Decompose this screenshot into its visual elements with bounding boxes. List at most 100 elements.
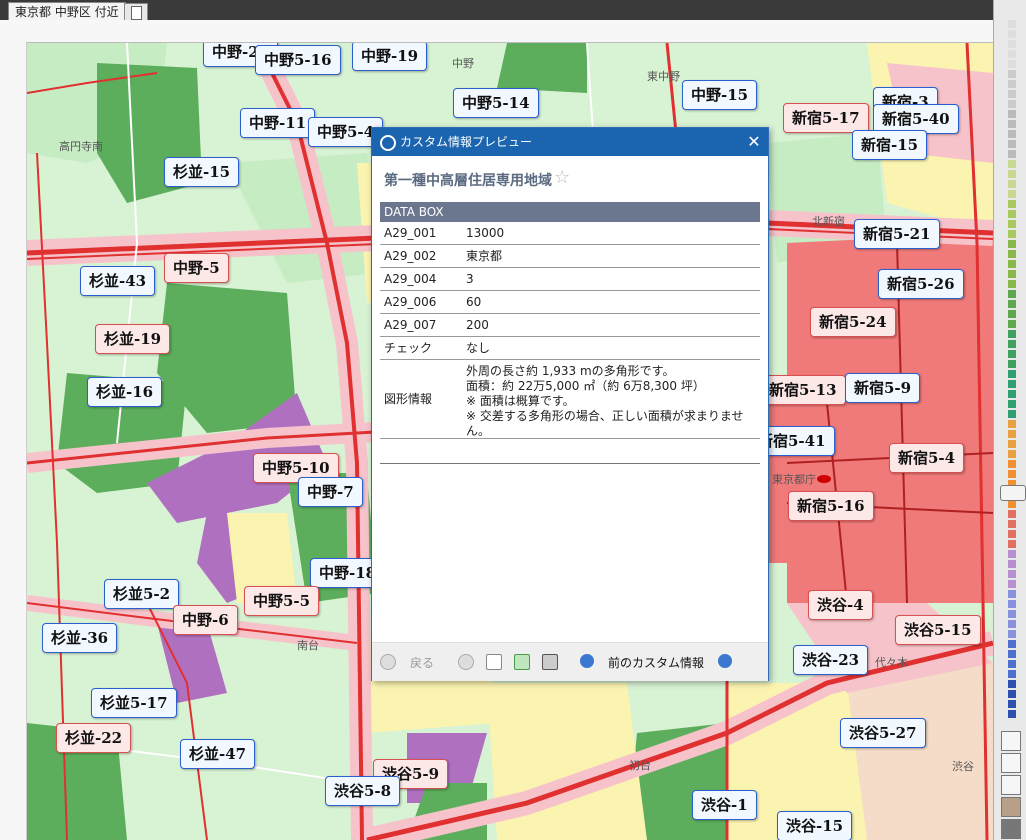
grid-5-button[interactable] [1001,819,1021,839]
scale-cell [1008,130,1016,138]
scale-cell [1008,340,1016,348]
scale-cell [1008,40,1016,48]
back-button[interactable]: 戻る [410,654,434,671]
data-key: A29_001 [384,226,437,240]
scale-cell [1008,650,1016,658]
dialog-toolbar: 戻る 前のカスタム情報 [372,642,768,681]
scale-cell [1008,180,1016,188]
map-label[interactable]: 渋谷-15 [777,811,853,840]
back-icon[interactable] [380,654,396,670]
map-label[interactable]: 杉並-19 [95,324,171,354]
scale-cell [1008,630,1016,638]
scale-cell [1008,80,1016,88]
scale-cell [1008,570,1016,578]
prev-custom-button[interactable]: 前のカスタム情報 [608,654,704,671]
grid-4-button[interactable] [1001,797,1021,817]
place-name: 初台 [629,759,651,772]
map-label[interactable]: 中野-15 [682,80,758,110]
map-label[interactable]: 新宿5-16 [788,491,874,521]
map-label[interactable]: 渋谷-4 [808,590,873,620]
shape-info-line: ※ 交差する多角形の場合、正しい面積が求まりませ [466,409,744,423]
map-label[interactable]: 杉並5-17 [91,688,177,718]
scale-cell [1008,140,1016,148]
map-label[interactable]: 杉並-22 [56,723,132,753]
map-label[interactable]: 新宿5-26 [878,269,964,299]
zoom-scale-strip [1008,20,1016,718]
data-value: なし [466,341,491,355]
map-label[interactable]: 中野-11 [240,108,316,138]
scale-cell [1008,680,1016,688]
scale-cell [1008,420,1016,428]
close-icon[interactable]: ✕ [746,134,762,150]
scale-cell [1008,250,1016,258]
data-value: 200 [466,318,489,332]
forward-icon[interactable] [458,654,474,670]
scale-cell [1008,280,1016,288]
scale-cell [1008,500,1016,508]
map-tab[interactable]: 東京都 中野区 付近 [8,2,126,21]
scale-cell [1008,560,1016,568]
map-label[interactable]: 中野5-16 [255,45,341,75]
map-label[interactable]: 新宿5-17 [783,103,869,133]
map-label[interactable]: 渋谷5-15 [895,615,981,645]
map-label[interactable]: 中野-6 [173,605,238,635]
map-label[interactable]: 渋谷-1 [692,790,757,820]
zoom-slider-handle[interactable] [1000,485,1026,501]
grid-2-button[interactable] [1001,753,1021,773]
map-label[interactable]: 渋谷-23 [793,645,869,675]
dialog-titlebar[interactable]: カスタム情報プレビュー ✕ [372,128,768,156]
scale-cell [1008,210,1016,218]
map-label[interactable]: 新宿5-24 [810,307,896,337]
scale-cell [1008,450,1016,458]
place-name: 中野 [452,57,474,70]
scale-cell [1008,160,1016,168]
map-label[interactable]: 杉並-15 [164,157,240,187]
scale-cell [1008,320,1016,328]
grid-3-button[interactable] [1001,775,1021,795]
scale-cell [1008,640,1016,648]
data-value: 東京都 [466,249,503,263]
ruler-horizontal [0,20,993,43]
delete-icon[interactable] [486,654,502,670]
map-label[interactable]: 新宿5-4 [889,443,965,473]
map-label[interactable]: 渋谷5-8 [325,776,401,806]
scale-cell [1008,330,1016,338]
place-name: 北新宿 [812,215,845,228]
scale-cell [1008,710,1016,718]
map-label[interactable]: 中野-5 [164,253,229,283]
map-label[interactable]: 杉並-43 [80,266,156,296]
map-label[interactable]: 新宿5-21 [854,219,940,249]
star-icon[interactable]: ☆ [554,167,570,188]
place-name: 東中野 [647,70,680,83]
scale-cell [1008,150,1016,158]
scale-cell [1008,580,1016,588]
data-row: A29_007 200 [380,314,760,337]
map-label[interactable]: 新宿5-13 [760,375,846,405]
ruler-vertical [0,42,27,840]
scale-cell [1008,350,1016,358]
shape-info-line: ん。 [466,424,491,438]
map-label[interactable]: 杉並5-2 [104,579,180,609]
print-icon[interactable] [542,654,558,670]
scale-cell [1008,600,1016,608]
map-label[interactable]: 杉並-36 [42,623,118,653]
scale-cell [1008,260,1016,268]
map-label[interactable]: 中野-7 [298,477,363,507]
scale-cell [1008,510,1016,518]
prev-custom-icon[interactable] [580,654,594,668]
grid-1-button[interactable] [1001,731,1021,751]
map-label[interactable]: 中野5-5 [244,586,320,616]
next-custom-icon[interactable] [718,654,732,668]
tab-bar: 東京都 中野区 付近 [0,0,993,22]
data-key: A29_002 [384,249,437,263]
map-label[interactable]: 中野5-14 [453,88,539,118]
map-label[interactable]: 新宿-15 [852,130,928,160]
map-label[interactable]: 杉並-16 [87,377,163,407]
map-label[interactable]: 新宿5-9 [845,373,921,403]
map-label[interactable]: 中野-19 [352,43,428,71]
map-label[interactable]: 渋谷5-27 [840,718,926,748]
refresh-icon[interactable] [514,654,530,670]
map-label[interactable]: 杉並-47 [180,739,256,769]
dialog-title: カスタム情報プレビュー [400,135,533,149]
scale-cell [1008,670,1016,678]
